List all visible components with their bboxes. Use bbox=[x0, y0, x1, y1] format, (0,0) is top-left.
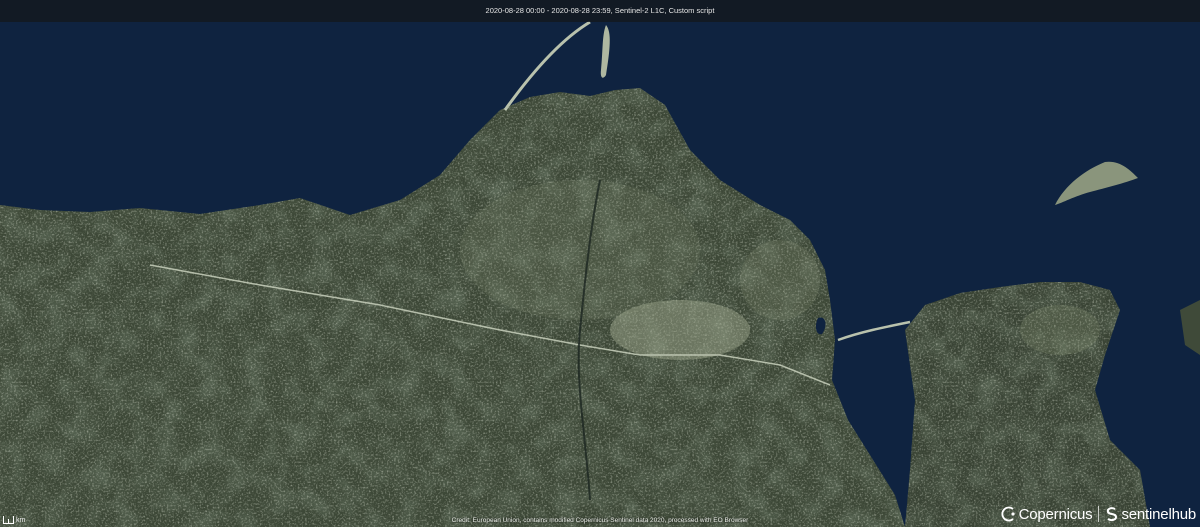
logo-group: Copernicus sentinelhub bbox=[1001, 503, 1196, 525]
satellite-map[interactable] bbox=[0, 0, 1200, 527]
copernicus-logo-icon bbox=[1001, 506, 1015, 522]
logo-divider bbox=[1098, 506, 1100, 522]
image-title-bar: 2020-08-28 00:00 - 2020-08-28 23:59, Sen… bbox=[0, 0, 1200, 22]
image-title: 2020-08-28 00:00 - 2020-08-28 23:59, Sen… bbox=[485, 6, 715, 15]
sentinelhub-logo[interactable]: sentinelhub bbox=[1105, 506, 1196, 523]
sentinelhub-logo-icon bbox=[1107, 507, 1118, 522]
copernicus-logo[interactable]: Copernicus bbox=[1001, 506, 1093, 523]
sentinelhub-logo-text: sentinelhub bbox=[1121, 505, 1196, 523]
copernicus-logo-text: Copernicus bbox=[1018, 505, 1093, 523]
